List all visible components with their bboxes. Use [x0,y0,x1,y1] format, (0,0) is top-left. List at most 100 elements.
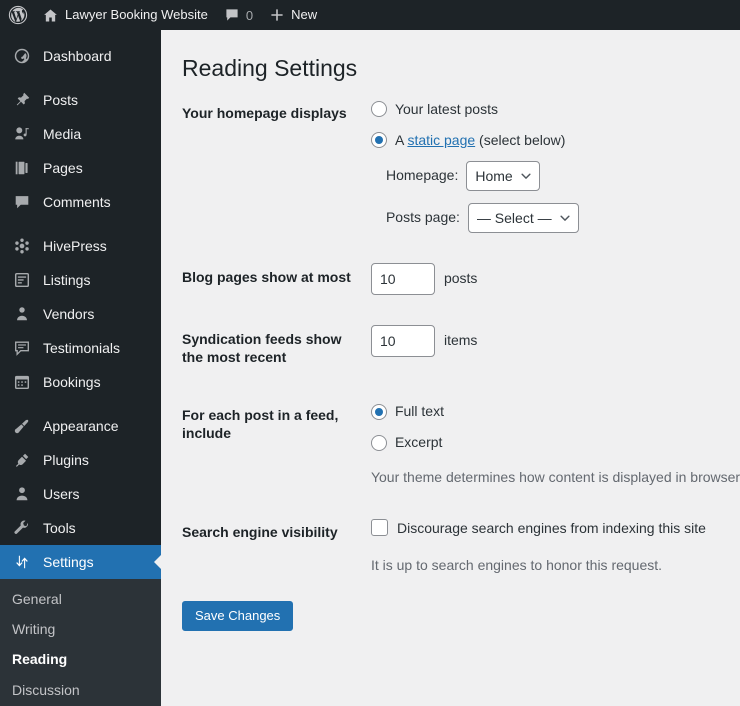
radio-row-full-text[interactable]: Full text [370,401,740,422]
sidebar-item-label: Vendors [43,306,95,322]
testimonials-icon [12,338,32,358]
sidebar-item-pages[interactable]: Pages [0,151,161,185]
row-search-visibility: Search engine visibility Discourage sear… [182,503,740,591]
plug-icon [12,450,32,470]
sidebar-item-testimonials[interactable]: Testimonials [0,331,161,365]
submenu-item-discussion[interactable]: Discussion [0,675,161,705]
radio-label-excerpt: Excerpt [394,434,443,451]
admin-bar: Lawyer Booking Website 0 New [0,0,740,30]
submenu-item-writing[interactable]: Writing [0,614,161,644]
sidebar-item-label: Tools [43,520,76,536]
radio-label-full-text: Full text [394,403,444,420]
posts-page-select-row: Posts page: — Select — [371,202,740,233]
site-name-button[interactable]: Lawyer Booking Website [34,0,216,30]
radio-excerpt[interactable] [370,434,387,451]
blog-pages-unit: posts [443,270,478,287]
pushpin-icon [12,90,32,110]
comment-bubble-icon [224,7,240,23]
label-search-visibility: Search engine visibility [182,524,338,541]
radio-row-latest-posts[interactable]: Your latest posts [370,99,740,120]
sidebar-item-media[interactable]: Media [0,117,161,151]
sidebar-item-tools[interactable]: Tools [0,511,161,545]
static-page-link[interactable]: static page [407,132,475,148]
sidebar-item-label: Users [43,486,80,502]
wrench-icon [12,518,32,538]
discourage-search-engines-label: Discourage search engines from indexing … [396,520,706,537]
radio-static-page[interactable] [370,132,387,149]
sidebar-item-appearance[interactable]: Appearance [0,409,161,443]
row-blog-pages: Blog pages show at most posts [182,248,740,310]
sidebar-item-dashboard[interactable]: Dashboard [0,39,161,73]
save-changes-button[interactable]: Save Changes [182,601,294,632]
paintbrush-icon [12,416,32,436]
sidebar-item-label: Appearance [43,418,119,434]
user-icon [12,484,32,504]
label-feed-include: For each post in a feed, include [182,407,339,442]
posts-page-select[interactable]: — Select — [467,202,579,233]
sidebar-item-label: Testimonials [43,340,121,356]
discourage-search-engines-checkbox[interactable] [370,519,388,537]
media-icon [12,124,32,144]
label-homepage-displays: Your homepage displays [182,104,347,121]
vendor-user-icon [12,304,32,324]
sidebar-item-label: Settings [43,554,94,570]
sidebar-item-label: HivePress [43,238,107,254]
home-icon [42,7,59,24]
hivepress-icon [12,236,32,256]
homepage-select[interactable]: Home [466,160,541,191]
sidebar-item-hivepress[interactable]: HivePress [0,229,161,263]
wordpress-logo-button[interactable] [0,0,34,30]
submenu-item-reading[interactable]: Reading [0,644,161,674]
new-content-button[interactable]: New [261,0,325,30]
sidebar-item-label: Bookings [43,374,101,390]
submit-area: Save Changes [182,591,740,632]
sidebar-item-label: Dashboard [43,48,112,64]
sidebar-item-bookings[interactable]: Bookings [0,365,161,399]
sidebar-item-posts[interactable]: Posts [0,83,161,117]
row-feed-include: For each post in a feed, include Full te… [182,386,740,503]
comments-count: 0 [245,7,254,23]
comments-button[interactable]: 0 [216,0,261,30]
homepage-select-label: Homepage: [385,167,459,184]
sidebar-item-users[interactable]: Users [0,477,161,511]
sidebar-item-plugins[interactable]: Plugins [0,443,161,477]
sidebar-item-label: Listings [43,272,91,288]
plus-icon [269,7,285,23]
submenu-item-general[interactable]: General [0,584,161,614]
radio-latest-posts[interactable] [370,101,387,118]
radio-row-excerpt[interactable]: Excerpt [370,432,740,453]
wordpress-logo-icon [8,5,28,25]
radio-label-static-page-suffix: (select below) [475,131,566,148]
homepage-select-row: Homepage: Home [371,160,740,191]
comment-bubble-icon [12,192,32,212]
label-blog-pages: Blog pages show at most [182,268,351,285]
radio-full-text[interactable] [370,403,387,420]
syndication-unit: items [443,332,478,349]
static-page-selectors: Homepage: Home Posts page: — Select — [371,160,740,233]
sidebar-item-label: Media [43,126,82,142]
sidebar-item-label: Comments [43,194,111,210]
listings-icon [12,270,32,290]
label-syndication-feeds: Syndication feeds show the most recent [182,330,342,366]
radio-label-static-page-prefix: A [394,131,408,148]
sidebar-item-comments[interactable]: Comments [0,185,161,219]
sidebar-item-label: Pages [43,160,83,176]
blog-pages-input[interactable] [370,262,435,295]
sidebar-item-settings[interactable]: Settings [0,545,161,579]
settings-submenu: General Writing Reading Discussion [0,579,161,706]
new-content-label: New [291,7,318,22]
sidebar-item-label: Posts [43,92,79,108]
radio-row-static-page[interactable]: A static page (select below) [370,130,740,151]
site-name-label: Lawyer Booking Website [65,7,208,22]
page-title: Reading Settings [182,55,358,81]
syndication-input[interactable] [370,324,435,357]
checkbox-row-discourage[interactable]: Discourage search engines from indexing … [370,518,740,539]
settings-table: Your homepage displays Your latest posts… [182,84,740,591]
reading-settings-form: Your homepage displays Your latest posts… [161,84,740,632]
main-content-area: Reading Settings Your homepage displays … [161,30,740,706]
sidebar-item-vendors[interactable]: Vendors [0,297,161,331]
sidebar-item-label: Plugins [43,452,89,468]
radio-label-latest-posts: Your latest posts [394,100,498,117]
row-homepage-displays: Your homepage displays Your latest posts… [182,84,740,248]
sidebar-item-listings[interactable]: Listings [0,263,161,297]
